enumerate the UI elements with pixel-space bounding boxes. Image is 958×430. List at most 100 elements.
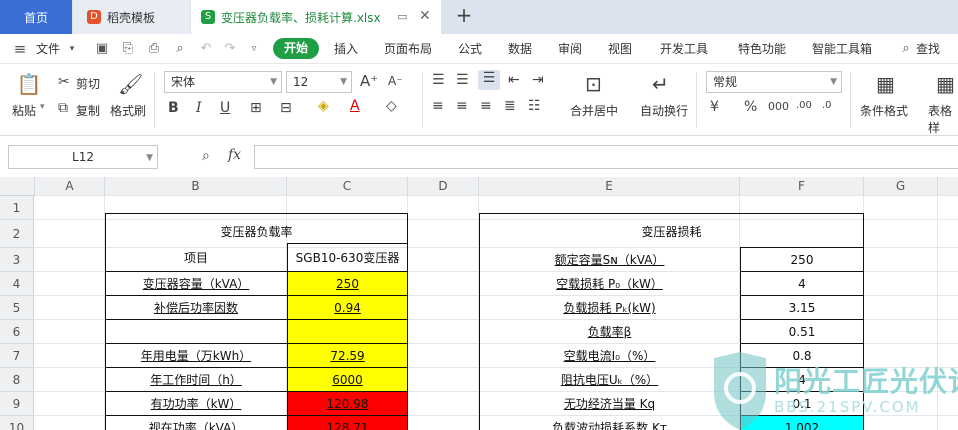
- tab-file[interactable]: S 变压器负载率、损耗计算.xlsx ▭ ✕: [191, 0, 441, 34]
- format-painter-button[interactable]: 格式刷: [110, 102, 146, 119]
- menu-insert[interactable]: 插入: [334, 40, 358, 57]
- conditional-format-button[interactable]: 条件格式: [860, 102, 908, 119]
- border-icon[interactable]: ⊞: [250, 100, 262, 116]
- align-top-icon[interactable]: ☰: [432, 72, 445, 88]
- clear-icon[interactable]: ◇: [386, 98, 397, 114]
- thousands-icon[interactable]: 000: [768, 100, 789, 113]
- quick-access-chevron-icon[interactable]: ▿: [246, 41, 262, 57]
- column-header-g[interactable]: G: [864, 177, 938, 196]
- redo-icon[interactable]: ↷: [222, 41, 238, 57]
- percent-icon[interactable]: %: [744, 99, 757, 115]
- worksheet-grid[interactable]: A B C D E F G 1 2 3 4 5 6 7 8 9 10 变压器负载率 项目 SGB1…: [0, 177, 958, 430]
- align-right-icon[interactable]: ≡: [480, 98, 492, 114]
- increase-decimal-icon[interactable]: .00: [796, 100, 812, 111]
- load-row-label[interactable]: 有功功率（kW）: [105, 392, 287, 416]
- menu-developer[interactable]: 开发工具: [660, 40, 708, 57]
- load-row-label[interactable]: 年用电量（万kWh）: [105, 344, 287, 368]
- print-icon[interactable]: ⎙: [146, 41, 162, 57]
- row-header-2[interactable]: 2: [0, 220, 34, 248]
- load-row-value[interactable]: [287, 320, 408, 344]
- tab-close-icon[interactable]: ✕: [419, 8, 431, 24]
- row-header-4[interactable]: 4: [0, 272, 34, 296]
- print-preview-icon[interactable]: ⌕: [172, 41, 188, 57]
- loss-row-label[interactable]: 额定容量Sɴ（kVA）: [479, 248, 740, 272]
- load-row-label[interactable]: 补偿后功率因数: [105, 296, 287, 320]
- column-header-b[interactable]: B: [105, 177, 287, 196]
- merge-center-icon[interactable]: ⊡: [585, 72, 602, 96]
- currency-icon[interactable]: ¥: [710, 99, 719, 115]
- loss-row-label[interactable]: 负载率β: [479, 320, 740, 344]
- load-row-value[interactable]: 0.94: [287, 296, 408, 320]
- loss-row-label[interactable]: 负载损耗 Pₖ(kW): [479, 296, 740, 320]
- merge-center-button[interactable]: 合并居中: [570, 102, 618, 119]
- paste-button[interactable]: 粘贴: [12, 102, 36, 119]
- row-header-9[interactable]: 9: [0, 392, 34, 416]
- menu-smart-toolbox[interactable]: 智能工具箱: [812, 40, 872, 57]
- row-header-7[interactable]: 7: [0, 344, 34, 368]
- load-row-value[interactable]: 120.98: [287, 392, 408, 416]
- paste-chevron-icon[interactable]: ▾: [40, 102, 45, 112]
- menu-review[interactable]: 审阅: [558, 40, 582, 57]
- font-name-select[interactable]: 宋体 ▼: [164, 71, 282, 93]
- distribute-icon[interactable]: ☷: [528, 98, 541, 114]
- loss-row-label[interactable]: 无功经济当量 Kq: [479, 392, 740, 416]
- align-middle-icon[interactable]: ☰: [456, 72, 469, 88]
- italic-icon[interactable]: I: [196, 100, 202, 116]
- name-box[interactable]: L12 ▼: [8, 145, 158, 169]
- menu-file[interactable]: 文件: [36, 40, 60, 57]
- load-row-label[interactable]: 视在功率（kVA）: [105, 416, 287, 430]
- column-header-e[interactable]: E: [479, 177, 740, 196]
- tab-home[interactable]: 首页: [0, 0, 72, 34]
- paste-icon[interactable]: 📋: [16, 72, 42, 96]
- hamburger-icon[interactable]: ≡: [12, 41, 28, 57]
- justify-icon[interactable]: ≣: [504, 98, 516, 114]
- column-header-f[interactable]: F: [740, 177, 864, 196]
- row-header-10[interactable]: 10: [0, 416, 34, 430]
- load-row-label[interactable]: 年工作时间（h）: [105, 368, 287, 392]
- column-header-d[interactable]: D: [408, 177, 479, 196]
- load-row-value[interactable]: 72.59: [287, 344, 408, 368]
- copy-icon[interactable]: ⧉: [58, 100, 68, 116]
- zoom-icon[interactable]: ⌕: [202, 148, 210, 164]
- load-row-value[interactable]: 250: [287, 272, 408, 296]
- menu-special-features[interactable]: 特色功能: [738, 40, 786, 57]
- load-row-label[interactable]: 变压器容量（kVA）: [105, 272, 287, 296]
- save-icon[interactable]: ▣: [94, 41, 110, 57]
- loss-row-value[interactable]: 0.51: [740, 320, 864, 344]
- loss-row-label[interactable]: 阻抗电压Uₖ（%）: [479, 368, 740, 392]
- conditional-format-icon[interactable]: ▦: [876, 72, 895, 96]
- undo-icon[interactable]: ↶: [198, 41, 214, 57]
- tab-template[interactable]: D 稻壳模板: [73, 0, 190, 34]
- scissors-icon[interactable]: ✂: [58, 74, 70, 90]
- row-header-1[interactable]: 1: [0, 196, 34, 220]
- export-icon[interactable]: ⎘: [120, 41, 136, 57]
- cut-button[interactable]: 剪切: [76, 75, 100, 92]
- loss-row-label[interactable]: 负载波动损耗系数 Kт: [479, 416, 740, 430]
- load-row-label[interactable]: [105, 320, 287, 344]
- fill-style-icon[interactable]: ⊟: [280, 100, 292, 116]
- row-header-5[interactable]: 5: [0, 296, 34, 320]
- menu-search[interactable]: 查找: [916, 40, 940, 57]
- row-header-8[interactable]: 8: [0, 368, 34, 392]
- row-header-3[interactable]: 3: [0, 248, 34, 272]
- font-color-icon[interactable]: A: [350, 98, 360, 114]
- decrease-indent-icon[interactable]: ⇤: [508, 72, 520, 88]
- load-row-value[interactable]: 6000: [287, 368, 408, 392]
- copy-button[interactable]: 复制: [76, 102, 100, 119]
- new-tab-icon[interactable]: +: [452, 4, 476, 28]
- bold-icon[interactable]: B: [168, 100, 179, 116]
- formula-input[interactable]: [254, 145, 958, 169]
- tab-float-icon[interactable]: ▭: [397, 10, 407, 23]
- number-format-select[interactable]: 常规 ▼: [706, 71, 842, 93]
- chevron-down-icon[interactable]: ▾: [64, 41, 80, 57]
- wrap-text-button[interactable]: 自动换行: [640, 102, 688, 119]
- loss-row-label[interactable]: 空载电流I₀（%）: [479, 344, 740, 368]
- menu-page-layout[interactable]: 页面布局: [384, 40, 432, 57]
- align-center-icon[interactable]: ≡: [456, 98, 468, 114]
- underline-icon[interactable]: U: [220, 100, 230, 116]
- increase-indent-icon[interactable]: ⇥: [532, 72, 544, 88]
- loss-row-value[interactable]: 250: [740, 248, 864, 272]
- select-all-corner[interactable]: [0, 177, 35, 196]
- table-format-icon[interactable]: ▦: [936, 72, 955, 96]
- menu-formulas[interactable]: 公式: [458, 40, 482, 57]
